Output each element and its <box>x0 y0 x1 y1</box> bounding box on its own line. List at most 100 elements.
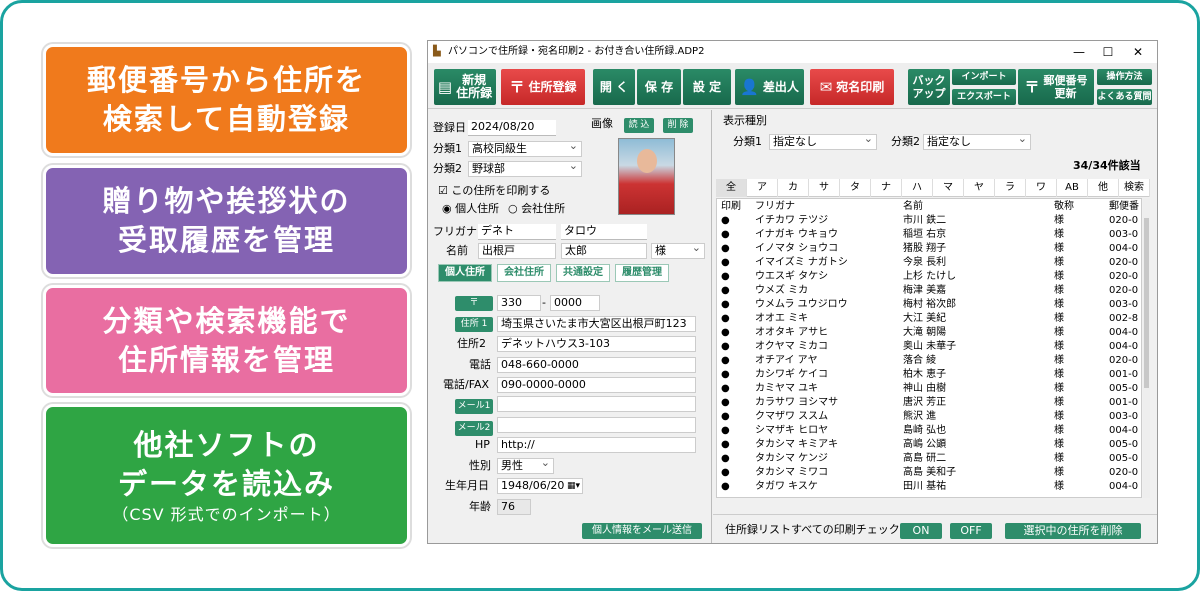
print-address-button[interactable]: ✉ 宛名印刷 <box>810 69 894 105</box>
table-row[interactable]: ● ウメズ ミカ 梅津 美嘉 様 020-0 <box>717 284 1141 298</box>
mail2-field[interactable] <box>497 417 696 433</box>
category2-select[interactable]: 野球部 <box>468 161 582 177</box>
kana-tab[interactable]: ラ <box>995 179 1026 197</box>
print-all-off-button[interactable]: OFF <box>950 523 992 539</box>
table-row[interactable]: ● タガワ キスケ 田川 基祐 様 004-0 <box>717 480 1141 494</box>
table-row[interactable]: ● タカシマ ケンジ 高島 研二 様 005-0 <box>717 452 1141 466</box>
row-name: 田川 基祐 <box>903 481 947 492</box>
image-load-button[interactable]: 読 込 <box>624 118 654 133</box>
sex-select[interactable]: 男性 <box>497 458 554 474</box>
mail1-button[interactable]: メール1 <box>455 399 493 414</box>
col-zip: 郵便番 <box>1109 201 1139 212</box>
kana-tab[interactable]: タ <box>840 179 871 197</box>
tab-personal-address[interactable]: 個人住所 <box>438 264 492 282</box>
filter-cat2-select[interactable]: 指定なし <box>923 134 1031 150</box>
table-row[interactable]: ● シマザキ ヒロヤ 島崎 弘也 様 004-0 <box>717 424 1141 438</box>
list-header: 印刷 フリガナ 名前 敬称 郵便番 <box>717 200 1141 214</box>
save-button[interactable]: 保 存 <box>637 69 681 105</box>
list-scrollbar[interactable] <box>1143 198 1150 498</box>
kana-tab[interactable]: 全 <box>716 179 747 197</box>
table-row[interactable]: ● イノマタ ショウコ 猪股 翔子 様 004-0 <box>717 242 1141 256</box>
table-row[interactable]: ● オオエ ミキ 大江 美紀 様 002-8 <box>717 312 1141 326</box>
scrollbar-thumb[interactable] <box>1144 218 1149 388</box>
category1-select[interactable]: 高校同級生 <box>468 141 582 157</box>
table-row[interactable]: ● カラサワ ヨシマサ 唐沢 芳正 様 001-0 <box>717 396 1141 410</box>
image-delete-button[interactable]: 削 除 <box>663 118 693 133</box>
table-row[interactable]: ● ウメムラ ユウジロウ 梅村 裕次郎 様 003-0 <box>717 298 1141 312</box>
table-row[interactable]: ● オチアイ アヤ 落合 綾 様 020-0 <box>717 354 1141 368</box>
tel-field[interactable]: 048-660-0000 <box>497 357 696 373</box>
radio-personal[interactable]: ◉ 個人住所 <box>442 201 499 217</box>
export-button[interactable]: エクスポート <box>952 89 1016 105</box>
kana-tab[interactable]: ナ <box>871 179 902 197</box>
name-first-field[interactable]: 太郎 <box>561 243 647 259</box>
mail2-button[interactable]: メール2 <box>455 421 493 436</box>
table-row[interactable]: ● タカシマ キミアキ 高嶋 公顕 様 005-0 <box>717 438 1141 452</box>
furigana-last-field[interactable]: デネト <box>478 224 556 240</box>
row-print-mark: ● <box>721 383 730 394</box>
hp-field[interactable]: http:// <box>497 437 696 453</box>
register-address-button[interactable]: 〒住所登録 <box>501 69 585 105</box>
table-row[interactable]: ● イナガキ ウキョウ 稲垣 右京 様 003-0 <box>717 228 1141 242</box>
row-furigana: イナガキ ウキョウ <box>755 229 838 240</box>
row-honorific: 様 <box>1054 313 1064 324</box>
kana-tab[interactable]: ヤ <box>964 179 995 197</box>
new-addressbook-button[interactable]: ▤ 新規 住所録 <box>434 69 496 105</box>
kana-tab[interactable]: 他 <box>1088 179 1119 197</box>
address1-button[interactable]: 住所 1 <box>455 317 493 332</box>
sender-button[interactable]: 👤 差出人 <box>735 69 804 105</box>
birthdate-field[interactable]: 1948/06/20 ▦▾ <box>497 478 583 494</box>
table-row[interactable]: ● クマザワ ススム 熊沢 進 様 003-0 <box>717 410 1141 424</box>
filter-cat1-select[interactable]: 指定なし <box>769 134 877 150</box>
reg-date-field[interactable]: 2024/08/20 <box>468 120 556 136</box>
kana-tab[interactable]: カ <box>778 179 809 197</box>
address1-field[interactable]: 埼玉県さいたま市大宮区出根戸町123 <box>497 316 696 332</box>
table-row[interactable]: ● イマイズミ ナガトシ 今泉 長利 様 020-0 <box>717 256 1141 270</box>
kana-tab[interactable]: ハ <box>902 179 933 197</box>
tab-history[interactable]: 履歴管理 <box>615 264 669 282</box>
close-button[interactable]: ✕ <box>1123 41 1153 63</box>
kana-tab[interactable]: AB <box>1057 179 1088 197</box>
maximize-button[interactable]: ☐ <box>1093 41 1123 63</box>
table-row[interactable]: ● タカシマ ミワコ 高島 美和子 様 020-0 <box>717 466 1141 480</box>
backup-button[interactable]: バック アップ <box>908 69 950 105</box>
honorific-select[interactable]: 様 <box>651 243 705 259</box>
table-row[interactable]: ● カミヤマ ユキ 神山 由樹 様 005-0 <box>717 382 1141 396</box>
zip2-field[interactable]: 0000 <box>550 295 600 311</box>
kana-tab[interactable]: ア <box>747 179 778 197</box>
kana-tab[interactable]: 検索 <box>1119 179 1150 197</box>
open-button[interactable]: 開 く <box>593 69 635 105</box>
address2-field[interactable]: デネットハウス3-103 <box>497 336 696 352</box>
print-all-on-button[interactable]: ON <box>900 523 942 539</box>
tab-company-address[interactable]: 会社住所 <box>497 264 551 282</box>
kana-tab[interactable]: サ <box>809 179 840 197</box>
table-row[interactable]: ● カシワギ ケイコ 柏木 恵子 様 001-0 <box>717 368 1141 382</box>
row-print-mark: ● <box>721 313 730 324</box>
delete-selected-button[interactable]: 選択中の住所を削除 <box>1005 523 1141 539</box>
radio-company[interactable]: ○ 会社住所 <box>508 201 565 217</box>
table-row[interactable]: ● イチカワ テツジ 市川 鉄二 様 020-0 <box>717 214 1141 228</box>
zip-search-button[interactable]: 〒 <box>455 296 493 311</box>
kana-tab[interactable]: マ <box>933 179 964 197</box>
furigana-first-field[interactable]: タロウ <box>561 224 647 240</box>
import-button[interactable]: インポート <box>952 69 1016 85</box>
row-zip: 020-0 <box>1109 271 1139 282</box>
table-row[interactable]: ● オクヤマ ミカコ 奥山 未華子 様 004-0 <box>717 340 1141 354</box>
promo-line: 郵便番号から住所を <box>86 63 366 97</box>
print-checkbox[interactable]: ☑ この住所を印刷する <box>438 183 550 199</box>
tab-common-settings[interactable]: 共通設定 <box>556 264 610 282</box>
table-row[interactable]: ● ウエスギ タケシ 上杉 たけし 様 020-0 <box>717 270 1141 284</box>
kana-tab[interactable]: ワ <box>1026 179 1057 197</box>
send-mail-button[interactable]: 個人情報をメール送信 <box>582 523 702 539</box>
fax-field[interactable]: 090-0000-0000 <box>497 377 696 393</box>
howto-button[interactable]: 操作方法 <box>1097 69 1152 85</box>
minimize-button[interactable]: — <box>1064 41 1094 63</box>
mail1-field[interactable] <box>497 396 696 412</box>
settings-button[interactable]: 設 定 <box>683 69 731 105</box>
faq-button[interactable]: よくある質問 <box>1097 89 1152 105</box>
photo-face <box>637 149 657 173</box>
zip1-field[interactable]: 330 <box>497 295 541 311</box>
postal-update-button[interactable]: 〒郵便番号 更新 <box>1018 69 1094 105</box>
table-row[interactable]: ● オオタキ アサヒ 大滝 朝陽 様 004-0 <box>717 326 1141 340</box>
name-last-field[interactable]: 出根戸 <box>478 243 556 259</box>
